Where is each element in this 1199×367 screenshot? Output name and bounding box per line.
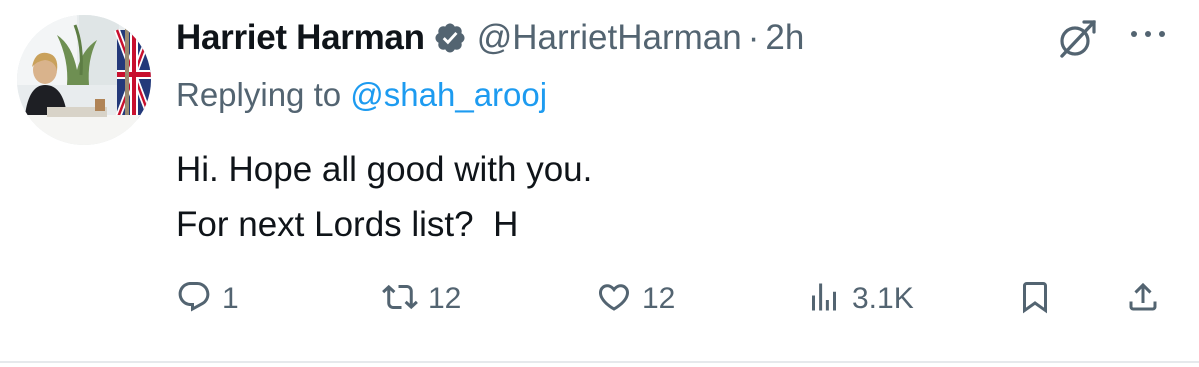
author-display-name[interactable]: Harriet Harman: [176, 18, 425, 58]
views-button[interactable]: 3.1K: [806, 274, 914, 324]
tweet-card[interactable]: Harriet Harman @HarrietHarman · 2h Reply…: [0, 0, 1199, 362]
avatar-photo: [17, 15, 151, 145]
more-dots-icon[interactable]: [1124, 22, 1172, 46]
avatar[interactable]: [17, 15, 151, 145]
like-button[interactable]: 12: [596, 274, 675, 324]
tweet-text-line: Hi. Hope all good with you.: [176, 150, 593, 189]
author-handle[interactable]: @HarrietHarman: [477, 18, 742, 58]
views-icon: [806, 279, 842, 320]
replying-to-line: Replying to @shah_arooj: [176, 76, 547, 114]
tweet-timestamp[interactable]: 2h: [765, 18, 804, 58]
replying-to-handle-link[interactable]: @shah_arooj: [350, 76, 547, 113]
reply-count: 1: [222, 282, 239, 315]
share-button[interactable]: [1125, 274, 1161, 324]
repost-icon: [382, 279, 418, 320]
tweet-text: Hi. Hope all good with you. For next Lor…: [176, 142, 592, 252]
divider: [0, 361, 1199, 363]
bookmark-icon: [1017, 279, 1053, 320]
verified-badge-icon[interactable]: [433, 21, 467, 55]
tweet-text-line: For next Lords list? H: [176, 205, 519, 244]
heart-icon: [596, 279, 632, 320]
repost-count: 12: [428, 282, 462, 315]
share-icon: [1125, 279, 1161, 320]
action-bar: 1 12 12 3.1K: [0, 274, 1199, 324]
grok-icon[interactable]: [1054, 18, 1098, 62]
reply-icon: [176, 279, 212, 320]
replying-to-label: Replying to: [176, 76, 342, 113]
reply-button[interactable]: 1: [176, 274, 239, 324]
tweet-header: Harriet Harman @HarrietHarman · 2h: [176, 14, 804, 62]
bookmark-button[interactable]: [1017, 274, 1053, 324]
like-count: 12: [642, 282, 676, 315]
views-count: 3.1K: [852, 282, 914, 315]
repost-button[interactable]: 12: [382, 274, 461, 324]
separator-dot: ·: [747, 18, 760, 57]
